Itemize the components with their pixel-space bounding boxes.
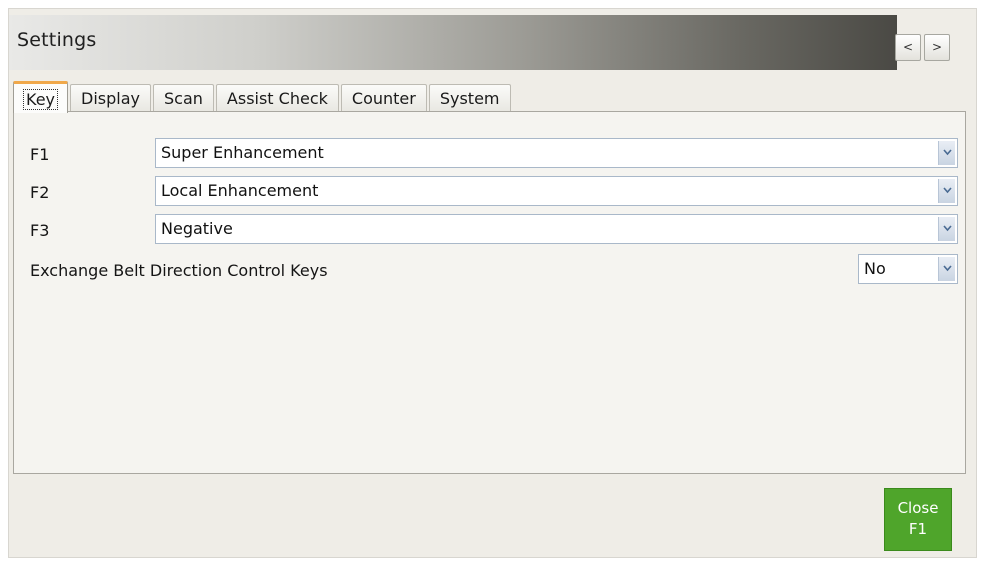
f3-label: F3 [30, 221, 50, 240]
close-button-shortcut: F1 [908, 520, 928, 538]
next-page-button[interactable]: > [924, 34, 950, 61]
key-settings-panel: F1 Super Enhancement F2 Local Enhancemen… [13, 111, 966, 474]
exchange-belt-label: Exchange Belt Direction Control Keys [30, 261, 328, 280]
f2-select[interactable]: Local Enhancement [155, 176, 958, 206]
tab-key[interactable]: Key [13, 81, 69, 113]
chevron-down-icon [938, 179, 955, 203]
tab-display[interactable]: Display [70, 84, 151, 112]
f1-label: F1 [30, 145, 50, 164]
tab-label: System [439, 89, 500, 108]
tab-system[interactable]: System [428, 84, 511, 112]
exchange-belt-value: No [864, 259, 886, 278]
title-bar: Settings [9, 15, 897, 70]
tab-label: Scan [164, 89, 203, 108]
exchange-belt-select[interactable]: No [858, 254, 958, 284]
chevron-down-icon [938, 217, 955, 241]
tab-scan[interactable]: Scan [153, 84, 214, 112]
tab-label: Display [81, 89, 140, 108]
close-button[interactable]: Close F1 [884, 488, 952, 551]
tab-label: Counter [351, 89, 416, 108]
settings-tabs: Key Display Scan Assist Check Counter Sy… [13, 80, 513, 113]
chevron-down-icon [938, 141, 955, 165]
tab-assist-check[interactable]: Assist Check [215, 84, 339, 112]
previous-page-button[interactable]: < [895, 34, 921, 61]
tab-label: Key [22, 89, 59, 110]
window-title: Settings [17, 29, 97, 51]
chevron-down-icon [938, 257, 955, 281]
f3-select[interactable]: Negative [155, 214, 958, 244]
f3-value: Negative [161, 219, 233, 238]
f1-select[interactable]: Super Enhancement [155, 138, 958, 168]
tab-counter[interactable]: Counter [340, 84, 427, 112]
close-button-label: Close [897, 499, 939, 517]
f1-value: Super Enhancement [161, 143, 324, 162]
f2-label: F2 [30, 183, 50, 202]
f2-value: Local Enhancement [161, 181, 319, 200]
tab-label: Assist Check [226, 89, 328, 108]
